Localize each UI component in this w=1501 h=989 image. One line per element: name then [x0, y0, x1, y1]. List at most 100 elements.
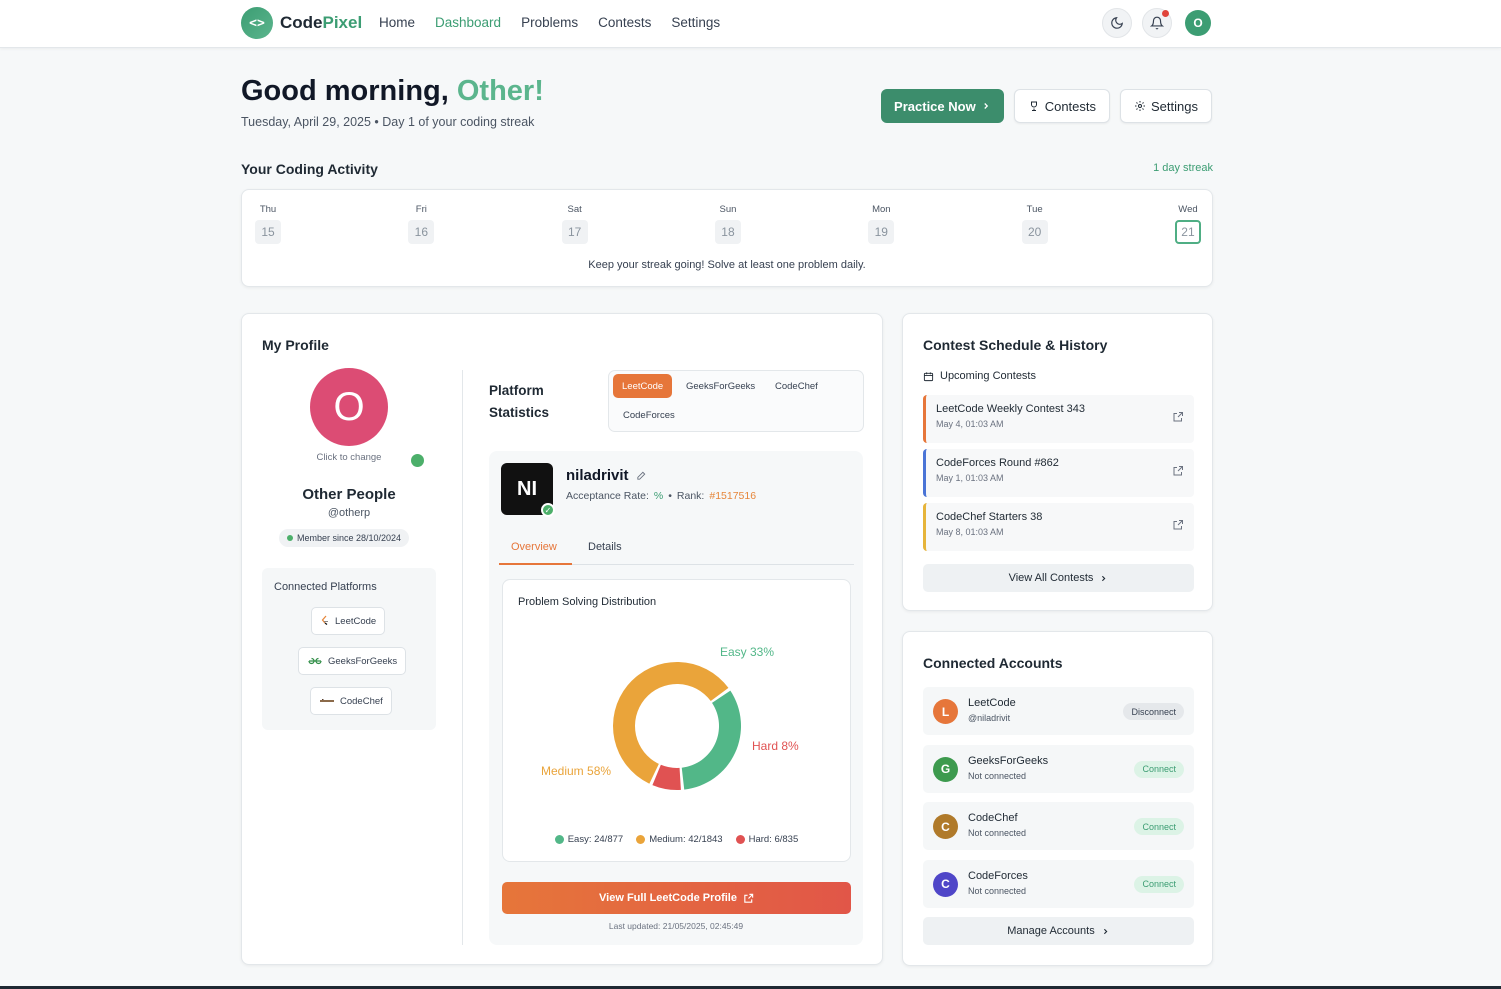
notifications-button[interactable] [1142, 8, 1172, 38]
leetcode-icon [321, 615, 328, 625]
external-link-icon[interactable] [1172, 519, 1184, 531]
settings-button[interactable]: Settings [1120, 89, 1212, 123]
account-name: GeeksForGeeks [968, 754, 1049, 767]
nav-dashboard[interactable]: Dashboard [435, 15, 501, 30]
nav-problems[interactable]: Problems [521, 15, 578, 30]
notification-dot [1162, 10, 1169, 17]
platform-username: niladrivit [566, 467, 647, 484]
active-tab-underline [499, 563, 572, 565]
view-full-profile-button[interactable]: View Full LeetCode Profile [502, 882, 851, 914]
chart-legend: Easy: 24/877 Medium: 42/1843 Hard: 6/835 [503, 834, 850, 845]
account-connect-button[interactable]: Connect [1134, 818, 1184, 835]
pie-slice-hard[interactable] [652, 764, 681, 790]
account-row: G GeeksForGeeks Not connected Connect [923, 744, 1194, 793]
legend-item-medium: Medium: 42/1843 [636, 834, 723, 845]
platform-tab-geeksforgeeks[interactable]: GeeksForGeeks [677, 374, 764, 398]
activity-day[interactable]: Sat 17 [561, 204, 589, 244]
activity-day[interactable]: Fri 16 [407, 204, 435, 244]
nav-home[interactable]: Home [379, 15, 415, 30]
view-all-contests-button[interactable]: View All Contests [923, 564, 1194, 592]
legend-label: Easy: 24/877 [567, 834, 624, 845]
activity-card: Thu 15 Fri 16 Sat 17 Sun 18 Mon 19 Tue 20 Wed 21 Keep… [241, 189, 1213, 287]
profile-title: My Profile [262, 337, 329, 353]
account-connect-button[interactable]: Connect [1134, 875, 1184, 893]
connected-accounts-card: Connected Accounts L LeetCode @niladrivit D… [902, 631, 1213, 966]
connected-platform-codechef[interactable]: CodeChef [310, 687, 392, 715]
activity-day[interactable]: Thu 15 [254, 204, 282, 244]
contests-button[interactable]: Contests [1013, 89, 1111, 123]
contest-name: CodeForces Round #862 [936, 457, 1059, 469]
trophy-icon [1030, 101, 1037, 111]
profile-card: My Profile O Click to change Other Peopl… [241, 313, 883, 965]
pie-slice-easy[interactable] [681, 690, 741, 790]
legend-swatch [735, 835, 745, 844]
account-connect-button[interactable]: Connect [1134, 760, 1184, 778]
activity-day[interactable]: Tue 20 [1021, 204, 1049, 244]
activity-day[interactable]: Sun 18 [714, 204, 742, 244]
profile-avatar[interactable]: O [310, 368, 388, 446]
user-avatar[interactable]: O [1185, 10, 1211, 36]
day-name: Sat [567, 204, 582, 215]
platform-meta: Acceptance Rate:% • Rank: #1517516 [566, 490, 757, 502]
platform-tab-leetcode[interactable]: LeetCode [613, 374, 673, 398]
contest-date: May 1, 01:03 AM [936, 473, 1004, 483]
account-name: LeetCode [968, 697, 1016, 709]
day-number: 16 [408, 220, 435, 244]
greeting-heading: Good morning, Other! [241, 75, 544, 107]
theme-toggle-button[interactable] [1102, 8, 1132, 38]
codechef-icon [320, 699, 334, 702]
account-row: C CodeForces Not connected Connect [923, 859, 1194, 908]
day-number: 21 [1174, 220, 1201, 244]
tab-details[interactable]: Details [588, 541, 622, 553]
platform-tab-codechef[interactable]: CodeChef [766, 374, 827, 398]
donut-chart: Easy 33% Hard 8% Medium 58% [541, 645, 799, 790]
tab-overview[interactable]: Overview [511, 541, 557, 553]
stats-sub-tabs: Overview Details [499, 535, 854, 565]
account-row: C CodeChef Not connected Connect [923, 802, 1194, 850]
edit-icon[interactable] [636, 470, 647, 481]
manage-accounts-button[interactable]: Manage Accounts [923, 917, 1194, 945]
external-link-icon [744, 893, 754, 903]
day-name: Tue [1026, 204, 1043, 215]
activity-day[interactable]: Mon 19 [867, 204, 895, 244]
legend-item-hard: Hard: 6/835 [735, 834, 798, 845]
contest-item[interactable]: CodeChef Starters 38 May 8, 01:03 AM [923, 503, 1194, 551]
connected-platform-geeksforgeeks[interactable]: GeeksForGeeks [298, 647, 407, 675]
activity-days: Thu 15 Fri 16 Sat 17 Sun 18 Mon 19 Tue 20 Wed 21 [254, 204, 1202, 244]
account-name: CodeChef [968, 812, 1018, 824]
connected-platforms: Connected Platforms LeetCode GeeksForGee… [262, 568, 436, 730]
logo[interactable]: <> CodePixel [241, 7, 362, 39]
account-status: Not connected [968, 770, 1027, 781]
account-status: @niladrivit [968, 713, 1011, 723]
platform-tab-codeforces[interactable]: CodeForces [614, 403, 684, 427]
account-avatar: C [933, 871, 958, 897]
nav-settings[interactable]: Settings [671, 15, 720, 30]
greeting-subtitle: Tuesday, April 29, 2025 • Day 1 of your … [241, 115, 535, 129]
contest-date: May 8, 01:03 AM [936, 527, 1004, 537]
day-name: Fri [415, 204, 427, 215]
connected-platform-leetcode[interactable]: LeetCode [311, 607, 386, 635]
external-link-icon[interactable] [1172, 411, 1184, 423]
account-avatar: G [933, 756, 958, 782]
profile-handle: @otherp [327, 507, 371, 519]
account-status: Not connected [968, 828, 1027, 838]
moon-icon [1111, 17, 1123, 29]
header-actions: Practice Now Contests Settings [881, 89, 1212, 123]
contest-item[interactable]: LeetCode Weekly Contest 343 May 4, 01:03 … [923, 395, 1194, 443]
practice-now-button[interactable]: Practice Now [881, 89, 1004, 123]
day-name: Mon [872, 204, 891, 215]
account-disconnect-button[interactable]: Disconnect [1123, 703, 1184, 720]
slice-label-hard: Hard 8% [752, 739, 799, 753]
external-link-icon[interactable] [1172, 465, 1184, 477]
contest-name: LeetCode Weekly Contest 343 [936, 403, 1085, 415]
activity-day[interactable]: Wed 21 [1174, 204, 1202, 244]
account-row: L LeetCode @niladrivit Disconnect [923, 687, 1194, 735]
nav-contests[interactable]: Contests [598, 15, 651, 30]
online-status-dot [411, 454, 424, 467]
slice-label-easy: Easy 33% [720, 645, 774, 659]
contest-date: May 4, 01:03 AM [936, 419, 1004, 429]
bell-icon [1150, 16, 1164, 30]
nav-icons: O [1102, 8, 1211, 38]
contest-item[interactable]: CodeForces Round #862 May 1, 01:03 AM [923, 449, 1194, 497]
account-status: Not connected [968, 885, 1027, 896]
